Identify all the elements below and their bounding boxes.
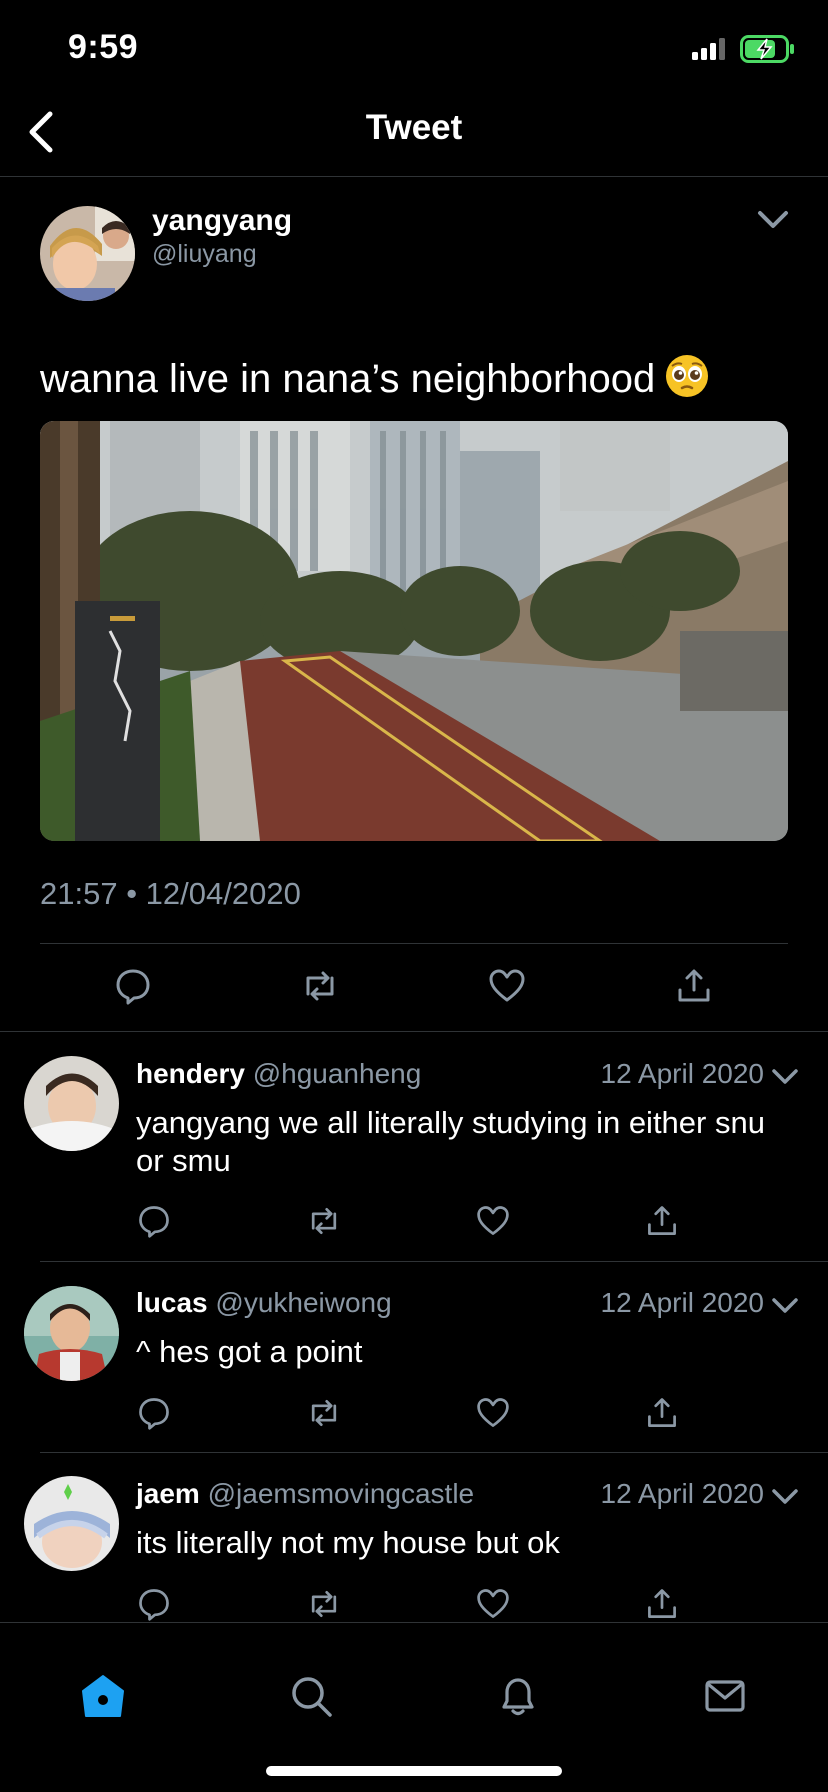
avatar[interactable] — [40, 206, 135, 301]
reply-divider — [40, 1452, 828, 1453]
tweet-text-body: wanna live in nana’s neighborhood — [40, 357, 656, 401]
tweet-photo[interactable] — [40, 421, 788, 841]
tweet-timestamp: 21:57 • 12/04/2020 — [40, 876, 301, 911]
reply-date: 12 April 2020 — [600, 1478, 764, 1509]
page-title: Tweet — [365, 108, 463, 147]
reply-button[interactable] — [136, 1395, 172, 1431]
header-divider — [0, 176, 828, 177]
reply-text: its literally not my house but ok — [136, 1525, 560, 1560]
reply-icon — [116, 969, 150, 1005]
reply-button[interactable] — [136, 1586, 172, 1622]
reply-divider — [40, 1261, 828, 1262]
battery-icon — [740, 35, 796, 63]
pleading-face-emoji-icon — [665, 354, 709, 398]
share-button[interactable] — [644, 1586, 680, 1622]
reply-options-button[interactable] — [770, 1482, 800, 1512]
reply-button[interactable] — [113, 966, 153, 1006]
home-icon — [82, 1675, 124, 1717]
reply-date: 12 April 2020 — [600, 1287, 764, 1318]
heart-icon — [477, 1589, 509, 1618]
tab-notifications[interactable] — [495, 1673, 541, 1719]
reply-avatar[interactable] — [24, 1056, 119, 1151]
retweet-button[interactable] — [306, 1395, 342, 1431]
reply-author-handle[interactable]: @hguanheng — [253, 1058, 422, 1089]
retweet-button[interactable] — [300, 966, 340, 1006]
heart-icon — [477, 1206, 509, 1235]
reply-header: jaem @jaemsmovingcastle — [136, 1478, 474, 1510]
share-button[interactable] — [674, 966, 714, 1006]
street-photo-image — [40, 421, 788, 841]
reply-options-button[interactable] — [770, 1062, 800, 1092]
share-icon — [648, 1206, 676, 1235]
chevron-down-icon — [772, 1489, 798, 1504]
retweet-icon — [311, 1590, 337, 1618]
reply-icon — [139, 1398, 169, 1430]
reply-date: 12 April 2020 — [600, 1058, 764, 1089]
chevron-down-icon — [772, 1298, 798, 1313]
bell-icon — [502, 1678, 534, 1716]
reply-author-name[interactable]: lucas — [136, 1287, 208, 1318]
tab-messages[interactable] — [702, 1673, 748, 1719]
tweet-text: wanna live in nana’s neighborhood — [40, 354, 709, 403]
reply-text: yangyang we all literally studying in ei… — [136, 1105, 765, 1178]
share-icon — [678, 969, 710, 1002]
author-name[interactable]: yangyang — [152, 204, 292, 238]
heart-icon — [489, 969, 525, 1002]
like-button[interactable] — [475, 1203, 511, 1239]
tab-home[interactable] — [80, 1673, 126, 1719]
reply-author-handle[interactable]: @jaemsmovingcastle — [208, 1478, 475, 1509]
reply-icon — [139, 1589, 169, 1621]
reply-button[interactable] — [136, 1203, 172, 1239]
retweet-button[interactable] — [306, 1586, 342, 1622]
reply-avatar[interactable] — [24, 1476, 119, 1571]
share-button[interactable] — [644, 1203, 680, 1239]
reply-author-name[interactable]: jaem — [136, 1478, 200, 1509]
like-button[interactable] — [475, 1586, 511, 1622]
signal-icon — [692, 38, 728, 60]
share-icon — [648, 1398, 676, 1427]
reply-options-button[interactable] — [770, 1291, 800, 1321]
heart-icon — [477, 1398, 509, 1427]
chevron-down-icon — [758, 211, 788, 228]
reply-icon — [139, 1206, 169, 1238]
author-handle[interactable]: @liuyang — [152, 240, 257, 269]
share-button[interactable] — [644, 1395, 680, 1431]
reply-avatar[interactable] — [24, 1286, 119, 1381]
search-icon — [292, 1677, 332, 1717]
home-indicator[interactable] — [266, 1766, 562, 1776]
like-button[interactable] — [475, 1395, 511, 1431]
retweet-icon — [311, 1399, 337, 1427]
reply-header: lucas @yukheiwong — [136, 1287, 392, 1319]
timestamp-divider — [40, 943, 788, 944]
retweet-button[interactable] — [306, 1203, 342, 1239]
reply-text: ^ hes got a point — [136, 1334, 363, 1369]
reply-header: hendery @hguanheng — [136, 1058, 421, 1090]
status-time: 9:59 — [68, 28, 139, 66]
retweet-icon — [306, 971, 334, 1001]
share-icon — [648, 1589, 676, 1618]
reply-author-name[interactable]: hendery — [136, 1058, 245, 1089]
tweet-options-button[interactable] — [757, 210, 789, 230]
chevron-down-icon — [772, 1069, 798, 1084]
like-button[interactable] — [487, 966, 527, 1006]
retweet-icon — [311, 1207, 337, 1235]
envelope-icon — [705, 1680, 745, 1712]
actions-divider — [0, 1031, 828, 1032]
tab-search[interactable] — [288, 1673, 334, 1719]
reply-author-handle[interactable]: @yukheiwong — [215, 1287, 391, 1318]
